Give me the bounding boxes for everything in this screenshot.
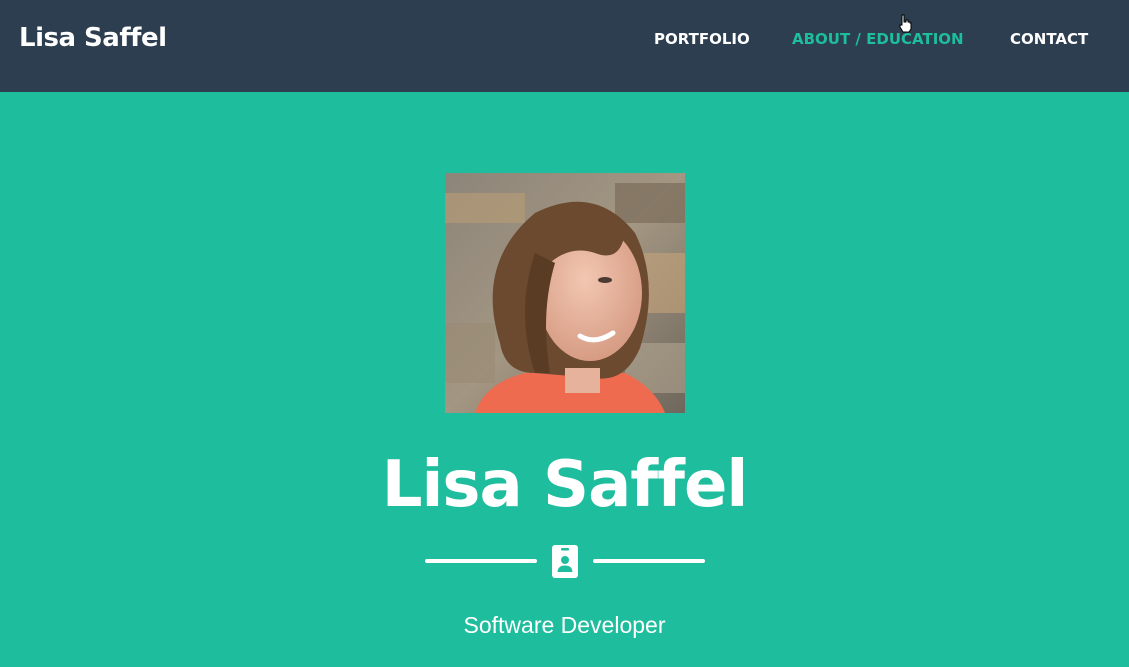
profile-photo	[445, 173, 685, 413]
hand-cursor-icon	[899, 14, 912, 33]
page-heading: Lisa Saffel	[381, 448, 749, 522]
brand-link[interactable]: Lisa Saffel	[19, 23, 167, 53]
divider-line-left	[425, 559, 537, 563]
id-badge-icon	[552, 545, 578, 578]
nav-link-contact[interactable]: CONTACT	[1010, 30, 1088, 48]
divider-line-right	[593, 559, 705, 563]
subheading: Software Developer	[463, 612, 666, 638]
nav-link-portfolio[interactable]: PORTFOLIO	[654, 30, 750, 48]
navbar: Lisa Saffel PORTFOLIO ABOUT / EDUCATION …	[0, 0, 1129, 92]
nav-link-about-education[interactable]: ABOUT / EDUCATION	[792, 30, 964, 48]
